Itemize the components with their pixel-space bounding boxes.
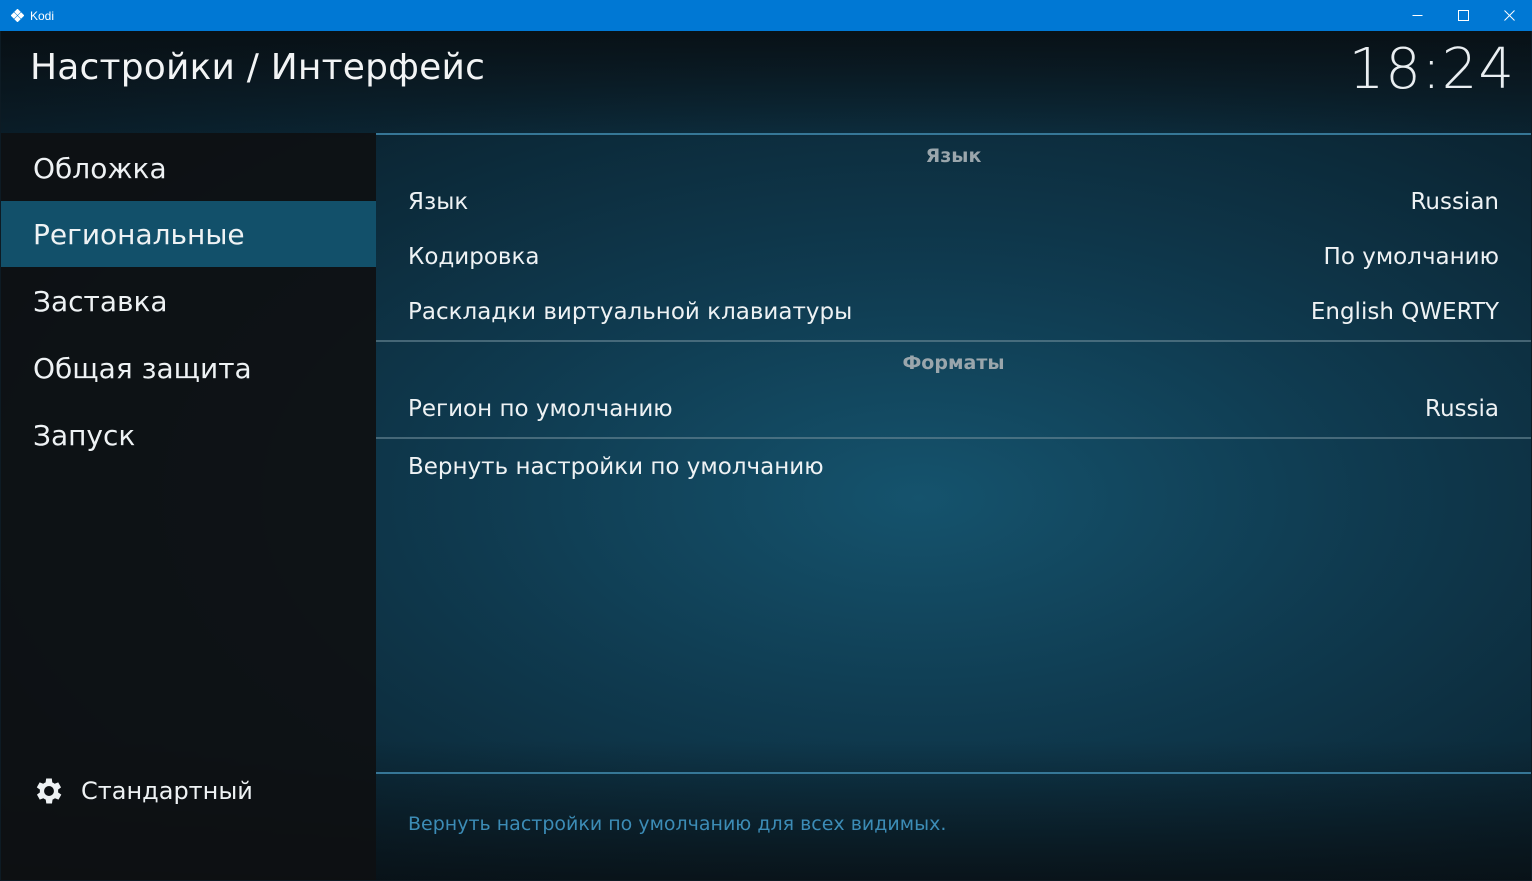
- minimize-icon: [1412, 6, 1423, 25]
- setting-row-charset[interactable]: Кодировка По умолчанию: [376, 230, 1531, 284]
- close-icon: [1503, 6, 1515, 25]
- setting-description: Вернуть настройки по умолчанию для всех …: [408, 813, 947, 835]
- sidebar-item-screensaver[interactable]: Заставка: [1, 268, 376, 334]
- sidebar: Обложка Региональные Заставка Общая защи…: [1, 133, 376, 880]
- setting-label: Раскладки виртуальной клавиатуры: [408, 299, 853, 325]
- sidebar-item-label: Обложка: [33, 151, 167, 185]
- setting-value: Russia: [1425, 396, 1499, 422]
- maximize-icon: [1457, 6, 1469, 25]
- reset-defaults-label: Вернуть настройки по умолчанию: [408, 454, 824, 480]
- window-title: Kodi: [30, 8, 55, 23]
- gear-icon: [31, 773, 67, 809]
- sidebar-item-label: Заставка: [33, 284, 168, 318]
- separator: [376, 772, 1531, 774]
- setting-value: По умолчанию: [1323, 244, 1499, 270]
- window-controls: [1394, 0, 1532, 31]
- setting-value: Russian: [1410, 189, 1499, 215]
- settings-level-label: Стандартный: [81, 777, 253, 805]
- settings-panel: Язык Язык Russian Кодировка По умолчанию…: [376, 133, 1531, 880]
- setting-label: Язык: [408, 189, 469, 215]
- setting-row-region[interactable]: Регион по умолчанию Russia: [376, 382, 1531, 436]
- clock: 18:24: [1348, 37, 1515, 102]
- setting-row-language[interactable]: Язык Russian: [376, 175, 1531, 229]
- reset-defaults-button[interactable]: Вернуть настройки по умолчанию: [376, 440, 1531, 494]
- separator: [376, 437, 1531, 439]
- kodi-logo-icon: [10, 9, 24, 23]
- sidebar-item-startup[interactable]: Запуск: [1, 402, 376, 468]
- minimize-button[interactable]: [1394, 0, 1440, 31]
- setting-label: Кодировка: [408, 244, 540, 270]
- sidebar-item-master-lock[interactable]: Общая защита: [1, 335, 376, 401]
- kodi-app: Настройки / Интерфейс 18:24 Обложка Реги…: [1, 31, 1531, 880]
- setting-value: English QWERTY: [1310, 299, 1499, 325]
- separator: [376, 133, 1531, 135]
- sidebar-item-label: Региональные: [33, 217, 245, 251]
- maximize-button[interactable]: [1440, 0, 1486, 31]
- group-header-language: Язык: [925, 145, 982, 167]
- sidebar-item-label: Общая защита: [33, 351, 252, 385]
- close-button[interactable]: [1486, 0, 1532, 31]
- sidebar-item-label: Запуск: [33, 418, 136, 452]
- sidebar-item-regional[interactable]: Региональные: [1, 201, 376, 267]
- group-header-formats: Форматы: [902, 352, 1005, 374]
- settings-level-button[interactable]: Стандартный: [31, 773, 253, 809]
- setting-label: Регион по умолчанию: [408, 396, 673, 422]
- page-title: Настройки / Интерфейс: [30, 47, 486, 88]
- separator: [376, 340, 1531, 342]
- window-titlebar: Kodi: [0, 0, 1532, 31]
- sidebar-item-skin[interactable]: Обложка: [1, 135, 376, 201]
- setting-row-keyboard-layouts[interactable]: Раскладки виртуальной клавиатуры English…: [376, 285, 1531, 339]
